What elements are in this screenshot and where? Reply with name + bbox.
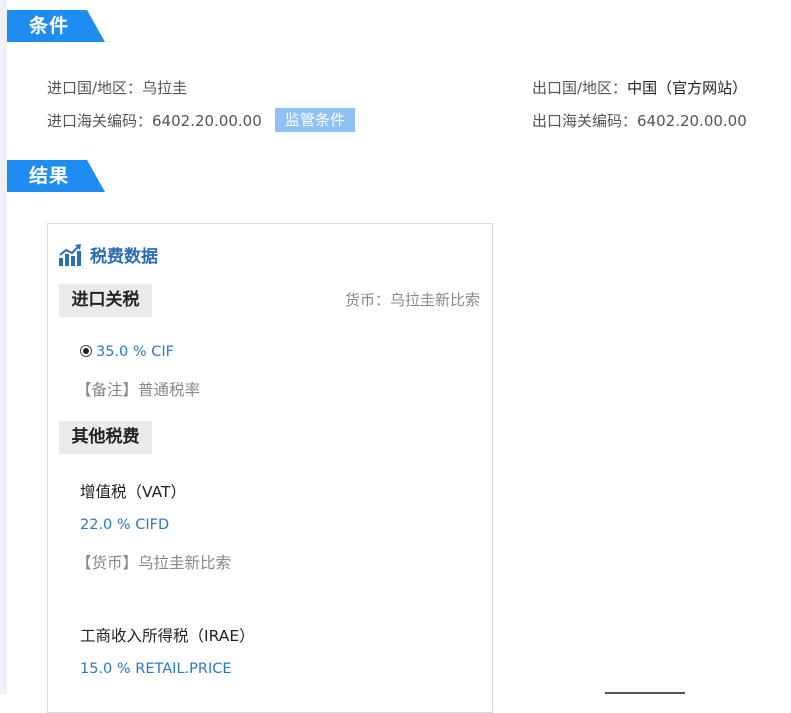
vat-name: 增值税（VAT） [80,483,186,501]
regulatory-conditions-button[interactable]: 监管条件 [275,108,355,132]
conditions-section-tab: 条件 [7,10,105,42]
import-duty-remark: 【备注】普通税率 [76,381,201,399]
import-country-label: 进口国/地区： [47,79,143,97]
radio-selected-icon[interactable] [80,345,92,357]
export-country: 出口国/地区：中国（官方网站） [532,77,747,98]
other-taxes-heading: 其他税费 [59,421,152,454]
export-hs-value: 6402.20.00.00 [637,112,747,130]
export-country-value: 中国（官方网站） [627,79,748,97]
import-country: 进口国/地区：乌拉圭 [47,77,187,98]
left-rail [0,0,7,694]
export-country-label: 出口国/地区： [532,79,628,97]
export-hs-code: 出口海关编码：6402.20.00.00 [532,110,747,131]
import-duty-currency: 货币：乌拉圭新比索 [344,291,480,309]
panel-title: 税费数据 [58,242,158,267]
results-section-tab: 结果 [7,160,105,192]
vat-currency-note: 【货币】乌拉圭新比索 [76,554,232,572]
panel-title-text: 税费数据 [90,247,158,267]
export-hs-label: 出口海关编码： [532,112,638,130]
irae-rate: 15.0 % RETAIL.PRICE [80,661,232,677]
import-duty-heading: 进口关税 [59,284,152,317]
import-hs-label: 进口海关编码： [47,112,153,130]
import-hs-value: 6402.20.00.00 [152,112,262,130]
trend-chart-icon [58,243,82,266]
import-hs-code: 进口海关编码：6402.20.00.00 [47,110,262,131]
tax-data-panel: 税费数据 进口关税 货币：乌拉圭新比索 35.0 % CIF 【备注】普通税率 … [47,223,493,713]
import-duty-rate-text: 35.0 % CIF [96,344,175,360]
vat-rate: 22.0 % CIFD [80,517,170,533]
irae-name: 工商收入所得税（IRAE） [80,627,255,645]
import-duty-rate[interactable]: 35.0 % CIF [80,344,174,360]
import-country-value: 乌拉圭 [142,79,188,97]
